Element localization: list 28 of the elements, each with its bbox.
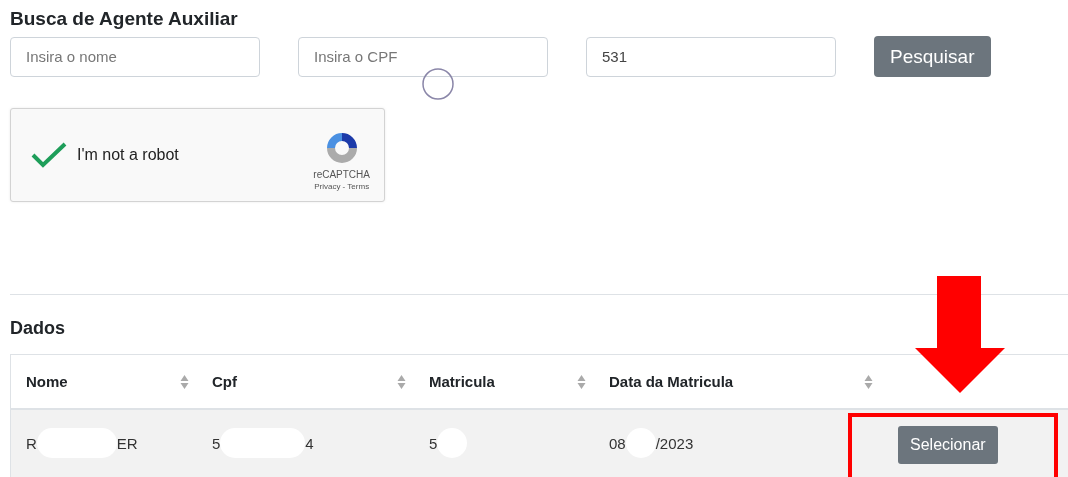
captcha-label: I'm not a robot xyxy=(77,146,180,164)
column-header: Matricula xyxy=(429,373,495,390)
cell-text: 08 xyxy=(609,434,626,452)
search-button[interactable]: Pesquisar xyxy=(874,36,991,77)
search-field[interactable]: Insira o nome xyxy=(10,36,260,77)
cell-text: 5 xyxy=(429,434,438,452)
column-header: Nome xyxy=(26,373,68,390)
cell-text: 5 xyxy=(212,434,221,452)
recaptcha-text: reCAPTCHA xyxy=(313,169,370,180)
cell-text: R xyxy=(26,434,37,452)
column-header: Data da Matricula xyxy=(609,373,734,390)
privacy-terms-link[interactable]: Privacy - Terms xyxy=(314,182,370,191)
cell-text: 4 xyxy=(305,434,314,452)
search-field[interactable]: Insira o CPF xyxy=(298,36,548,77)
search-field[interactable]: 531 xyxy=(586,36,836,77)
sort-icon[interactable] xyxy=(864,373,873,390)
column-header: Cpf xyxy=(212,373,237,390)
sort-icon[interactable] xyxy=(577,373,586,390)
cell-text: ER xyxy=(116,434,138,452)
check-icon[interactable] xyxy=(31,141,67,169)
down-arrow-icon xyxy=(914,276,1006,393)
section-title: Dados xyxy=(10,318,66,340)
page-title: Busca de Agente Auxiliar xyxy=(10,8,239,31)
sort-icon[interactable] xyxy=(180,373,189,390)
select-button[interactable]: Selecionar xyxy=(898,426,998,464)
sort-icon[interactable] xyxy=(397,373,406,390)
ring-icon xyxy=(422,68,454,100)
cell-text: /2023 xyxy=(655,434,694,452)
